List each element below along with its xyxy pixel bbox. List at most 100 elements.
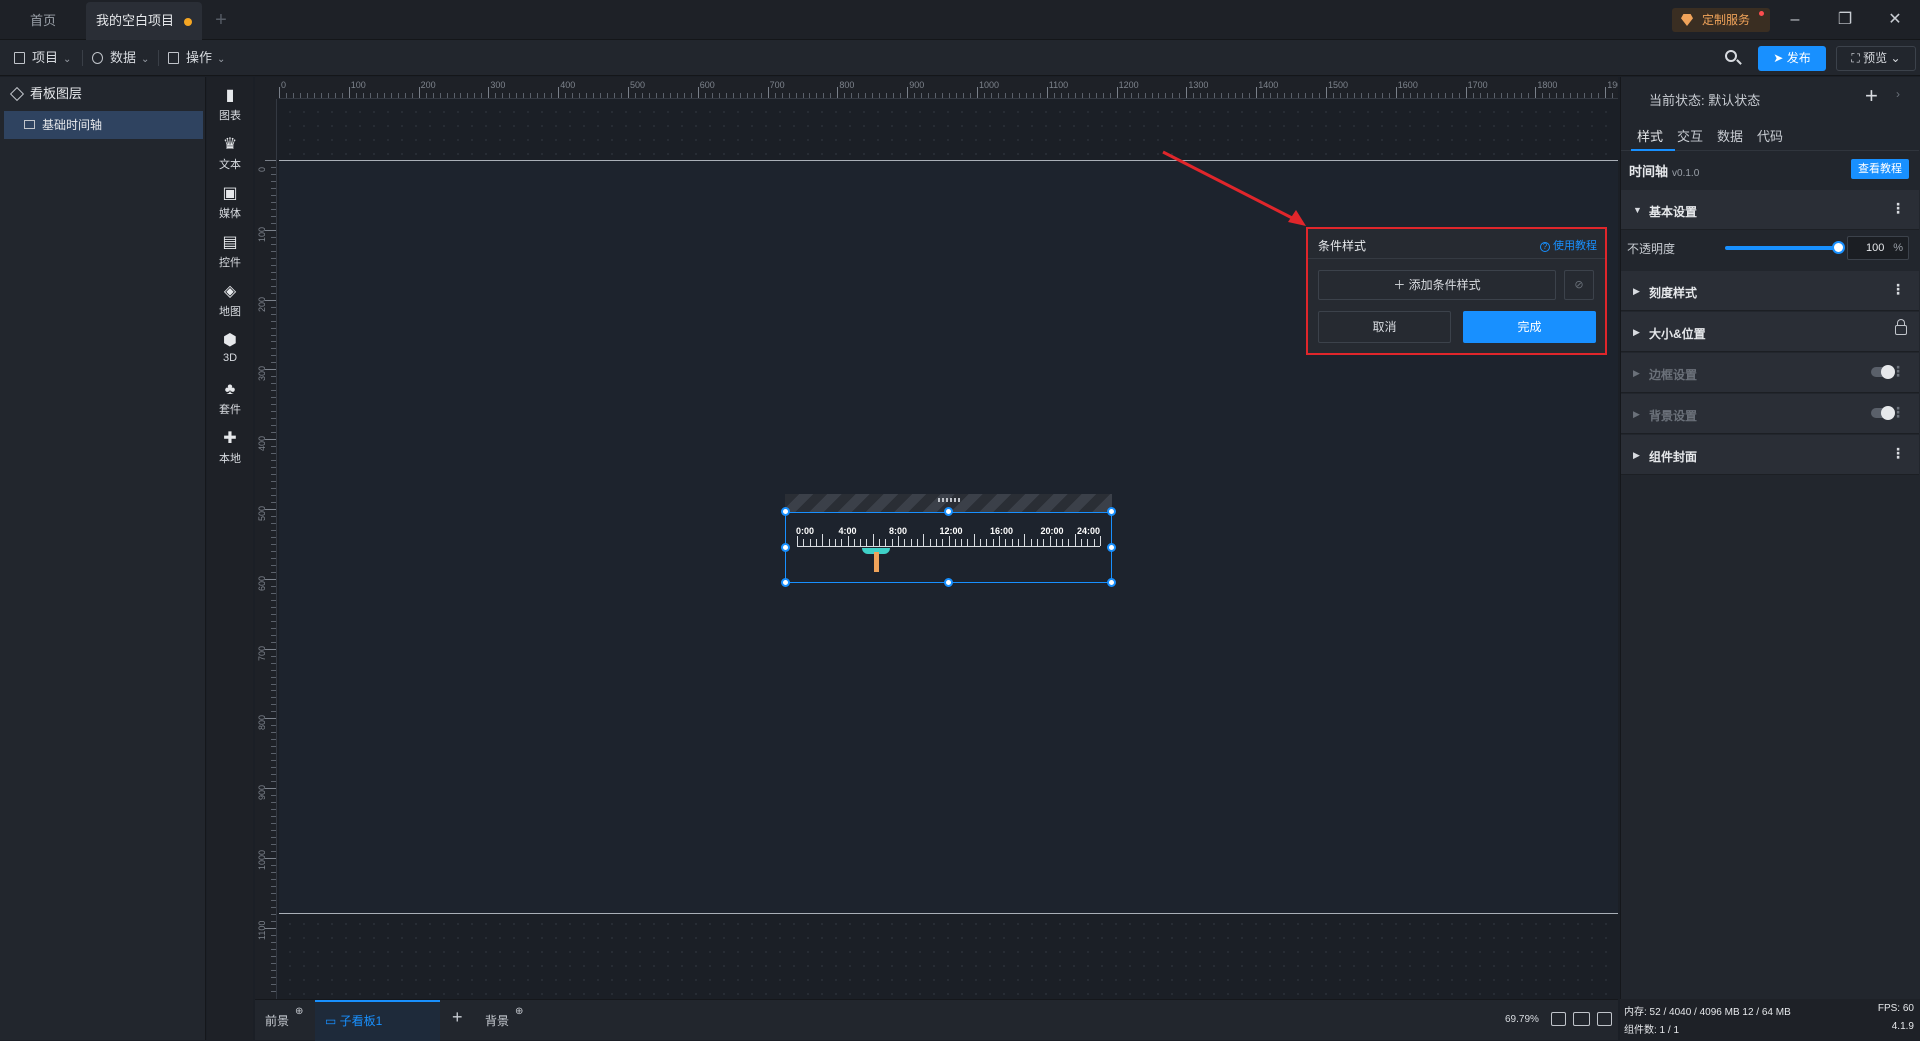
resize-handle[interactable] bbox=[1107, 543, 1116, 552]
component-label: 图表 bbox=[219, 110, 241, 122]
tab-style[interactable]: 样式 bbox=[1637, 126, 1663, 145]
chevron-right-icon[interactable]: › bbox=[1896, 87, 1900, 101]
section-background-settings[interactable]: ▶ 背景设置 ⋮ bbox=[1621, 394, 1919, 434]
add-state-button[interactable]: + bbox=[1865, 83, 1878, 109]
done-button[interactable]: 完成 bbox=[1463, 311, 1596, 343]
publish-button[interactable]: ➤ 发布 bbox=[1758, 46, 1826, 71]
tab-background[interactable]: 背景 bbox=[485, 1012, 509, 1029]
fit-screen-icon[interactable] bbox=[1551, 1012, 1566, 1026]
resize-handle[interactable] bbox=[781, 507, 790, 516]
ruler-tick bbox=[271, 460, 276, 462]
search-button[interactable] bbox=[1723, 48, 1743, 68]
lock-icon[interactable] bbox=[1895, 319, 1907, 335]
minimize-button[interactable]: – bbox=[1780, 6, 1810, 34]
component-chart[interactable]: ▮ 图表 bbox=[207, 85, 253, 129]
add-condition-button[interactable]: ＋ 添加条件样式 bbox=[1318, 270, 1556, 300]
ruler-tick bbox=[271, 976, 276, 978]
resize-handle[interactable] bbox=[944, 578, 953, 587]
opacity-slider-thumb[interactable] bbox=[1832, 241, 1845, 254]
ruler-tick bbox=[523, 93, 525, 98]
cancel-button[interactable]: 取消 bbox=[1318, 311, 1451, 343]
add-tab-button[interactable]: + bbox=[210, 9, 232, 31]
menu-operate[interactable]: 操作 ⌄ bbox=[168, 48, 225, 68]
tab-home[interactable]: 首页 bbox=[0, 2, 86, 40]
more-vertical-icon[interactable]: ⋮ bbox=[1891, 200, 1905, 217]
ruler-tick bbox=[271, 732, 276, 734]
restore-button[interactable]: ❐ bbox=[1830, 6, 1860, 34]
ruler-vertical[interactable]: 0 100 200 300 400 500 600 700 800 900 1000 1100 bbox=[255, 99, 277, 999]
ruler-tick bbox=[1326, 87, 1327, 98]
component-3d[interactable]: ⬢ 3D bbox=[207, 330, 253, 374]
close-button[interactable]: ✕ bbox=[1880, 6, 1910, 34]
help-link[interactable]: ? 使用教程 bbox=[1540, 237, 1597, 253]
timeline-widget[interactable]: 0:00 4:00 8:00 12:00 16:00 20:00 24:00 bbox=[781, 494, 1116, 587]
component-local[interactable]: ✚ 本地 bbox=[207, 428, 253, 472]
ruler-tick bbox=[271, 683, 276, 685]
ruler-tick bbox=[271, 844, 276, 846]
view-tutorial-button[interactable]: 查看教程 bbox=[1851, 159, 1909, 179]
add-foreground-icon[interactable]: ⊕ bbox=[295, 1006, 303, 1017]
ruler-tick bbox=[271, 955, 276, 957]
ruler-horizontal[interactable]: 0 100 200 300 400 500 600 700 800 900 1000 1100 1200… bbox=[279, 77, 1618, 99]
layer-item-timeline[interactable]: 基础时间轴 bbox=[4, 111, 203, 139]
more-vertical-icon[interactable]: ⋮ bbox=[1891, 363, 1905, 380]
timeline-cursor[interactable] bbox=[862, 548, 890, 576]
preview-button[interactable]: ⛶ 预览 ⌄ bbox=[1836, 46, 1916, 71]
section-component-cover[interactable]: ▶ 组件封面 ⋮ bbox=[1621, 435, 1919, 475]
section-basic-settings[interactable]: ▼ 基本设置 ⋮ bbox=[1621, 190, 1919, 230]
ruler-tick bbox=[271, 899, 276, 901]
tab-interaction[interactable]: 交互 bbox=[1677, 126, 1703, 145]
resize-handle[interactable] bbox=[944, 507, 953, 516]
resize-handle[interactable] bbox=[1107, 507, 1116, 516]
component-text[interactable]: ♛ 文本 bbox=[207, 134, 253, 178]
more-vertical-icon[interactable]: ⋮ bbox=[1891, 445, 1905, 462]
section-label: 背景设置 bbox=[1649, 409, 1698, 423]
clear-filter-button[interactable]: ⊘ bbox=[1564, 270, 1594, 300]
zoom-level[interactable]: 69.79% bbox=[1505, 1014, 1539, 1025]
component-map[interactable]: ◈ 地图 bbox=[207, 281, 253, 325]
more-vertical-icon[interactable]: ⋮ bbox=[1891, 281, 1905, 298]
section-tick-style[interactable]: ▶ 刻度样式 ⋮ bbox=[1621, 271, 1919, 311]
section-size-position[interactable]: ▶ 大小&位置 bbox=[1621, 312, 1919, 352]
ruler-tick bbox=[572, 93, 574, 98]
ruler-tick bbox=[1144, 93, 1146, 98]
tab-subboard[interactable]: ▭ 子看板1 bbox=[325, 1012, 382, 1029]
timeline-baseline bbox=[797, 546, 1100, 547]
add-background-icon[interactable]: ⊕ bbox=[515, 1006, 523, 1017]
component-control[interactable]: ▤ 控件 bbox=[207, 232, 253, 276]
terminal-icon[interactable] bbox=[1597, 1012, 1612, 1026]
keyboard-icon[interactable] bbox=[1573, 1012, 1590, 1026]
background-toggle[interactable] bbox=[1871, 406, 1895, 420]
ruler-tick bbox=[1332, 93, 1334, 98]
add-board-button[interactable]: + bbox=[452, 1007, 463, 1028]
ruler-tick bbox=[271, 962, 276, 964]
resize-handle[interactable] bbox=[1107, 578, 1116, 587]
menu-project[interactable]: 项目 ⌄ bbox=[14, 48, 71, 68]
ruler-tick bbox=[271, 704, 276, 706]
tab-code[interactable]: 代码 bbox=[1757, 126, 1783, 145]
border-toggle[interactable] bbox=[1871, 365, 1895, 379]
tab-data[interactable]: 数据 bbox=[1717, 126, 1743, 145]
ruler-label: 1100 bbox=[257, 920, 267, 940]
menu-data[interactable]: 数据 ⌄ bbox=[92, 48, 149, 68]
tab-project[interactable]: 我的空白项目 bbox=[86, 2, 202, 40]
ruler-tick bbox=[1130, 93, 1132, 98]
ruler-tick bbox=[271, 467, 276, 469]
component-kit[interactable]: ♣ 套件 bbox=[207, 379, 253, 423]
ruler-label: 200 bbox=[257, 296, 267, 312]
ruler-tick bbox=[516, 93, 518, 98]
more-vertical-icon[interactable]: ⋮ bbox=[1891, 404, 1905, 421]
ruler-tick bbox=[271, 781, 276, 783]
opacity-input[interactable]: 100% bbox=[1847, 236, 1909, 260]
component-media[interactable]: ▣ 媒体 bbox=[207, 183, 253, 227]
ruler-label: 300 bbox=[257, 366, 267, 382]
custom-service-button[interactable]: 定制服务 bbox=[1672, 8, 1770, 32]
property-tabs: 样式 交互 数据 代码 bbox=[1621, 117, 1919, 151]
tab-foreground[interactable]: 前景 bbox=[265, 1012, 289, 1029]
ruler-tick bbox=[1584, 93, 1586, 98]
resize-handle[interactable] bbox=[781, 578, 790, 587]
section-border-settings[interactable]: ▶ 边框设置 ⋮ bbox=[1621, 353, 1919, 393]
current-state-label[interactable]: 当前状态: 默认状态 bbox=[1649, 90, 1760, 109]
resize-handle[interactable] bbox=[781, 543, 790, 552]
opacity-slider-track[interactable] bbox=[1725, 246, 1837, 250]
